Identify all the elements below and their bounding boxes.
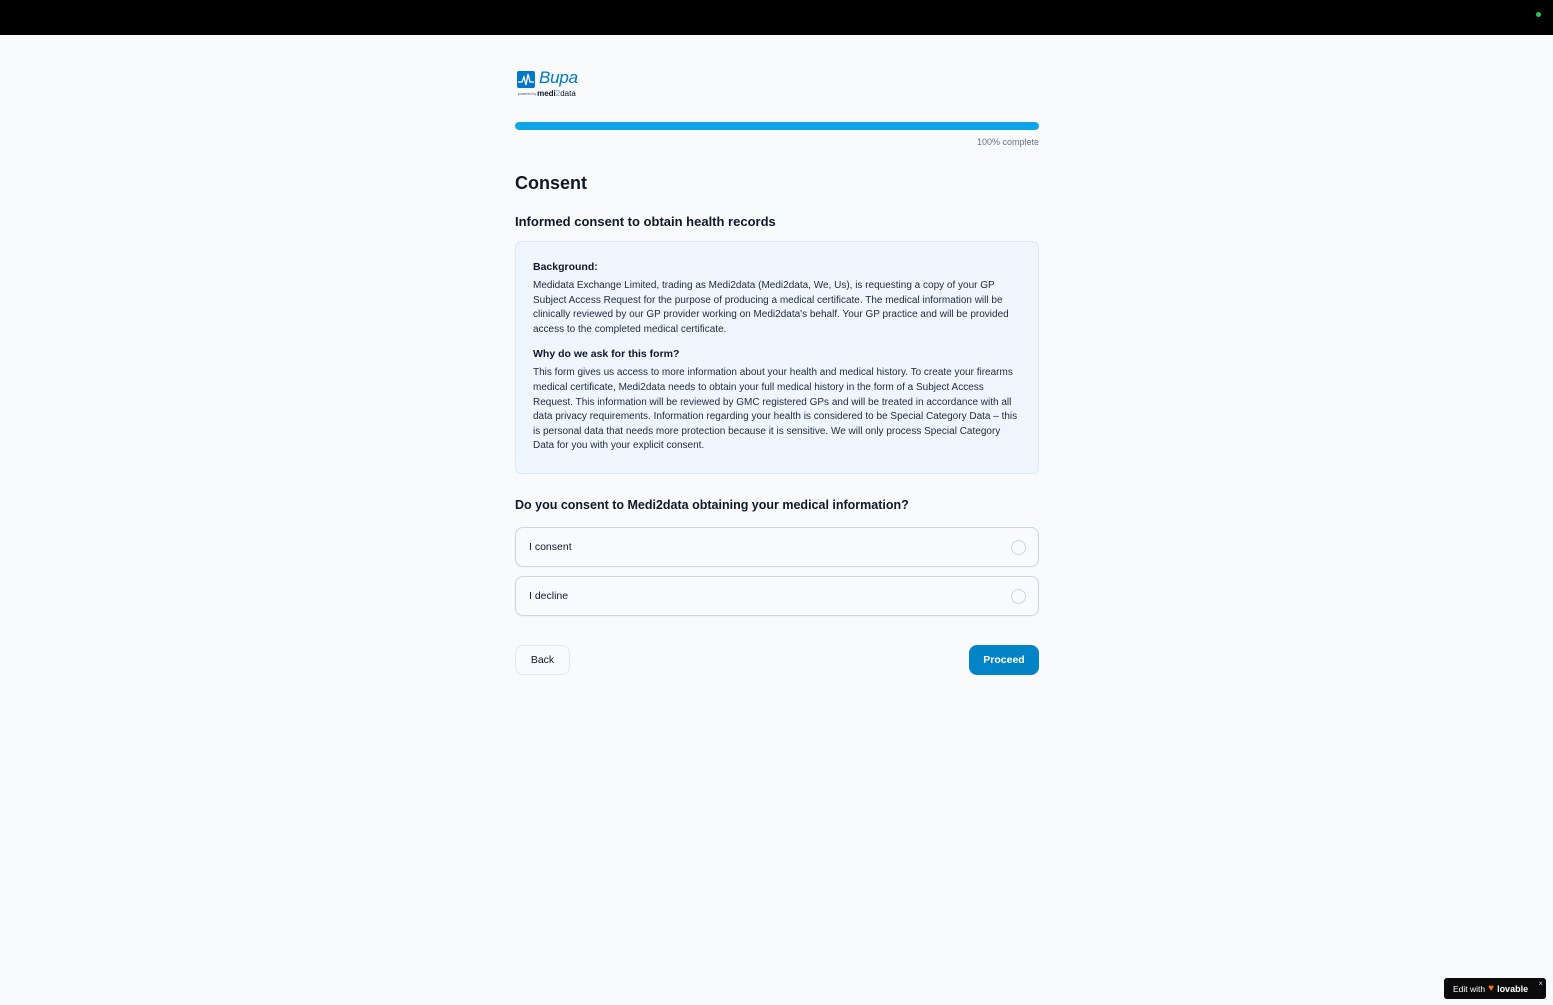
status-dot-icon xyxy=(1536,12,1541,17)
progress-bar-fill xyxy=(515,122,1039,130)
consent-info-box: Background: Medidata Exchange Limited, t… xyxy=(515,241,1039,474)
option-decline-radio[interactable] xyxy=(1011,589,1026,604)
background-text: Medidata Exchange Limited, trading as Me… xyxy=(533,280,1009,335)
logo: Bupa powered bymedi2data xyxy=(517,68,597,100)
badge-edit-text: Edit with xyxy=(1453,983,1486,994)
proceed-button[interactable]: Proceed xyxy=(969,645,1039,675)
why-text: This form gives us access to more inform… xyxy=(533,367,1018,452)
section-title: Informed consent to obtain health record… xyxy=(515,214,776,229)
logo-brand-text: Bupa xyxy=(539,68,578,87)
back-button[interactable]: Back xyxy=(515,645,570,675)
consent-question: Do you consent to Medi2data obtaining yo… xyxy=(515,498,909,512)
page-title: Consent xyxy=(515,173,587,193)
option-decline-label: I decline xyxy=(529,590,569,602)
badge-brand-text: lovable xyxy=(1497,983,1529,994)
heart-icon: ♥ xyxy=(1488,983,1495,994)
top-bar xyxy=(0,0,1553,35)
background-heading: Background: xyxy=(533,261,598,273)
option-consent-radio[interactable] xyxy=(1011,540,1026,555)
bupa-pulse-icon xyxy=(517,71,535,88)
logo-partner-text: powered bymedi2data xyxy=(518,89,576,98)
option-consent[interactable]: I consent xyxy=(515,527,1039,567)
progress-label: 100% complete xyxy=(976,137,1039,147)
progress-bar xyxy=(515,122,1039,130)
why-heading: Why do we ask for this form? xyxy=(533,348,680,361)
edit-with-lovable-badge[interactable]: Edit with ♥ lovable × xyxy=(1444,978,1546,999)
close-icon[interactable]: × xyxy=(1538,979,1543,988)
option-decline[interactable]: I decline xyxy=(515,576,1039,616)
option-consent-label: I consent xyxy=(529,541,572,553)
